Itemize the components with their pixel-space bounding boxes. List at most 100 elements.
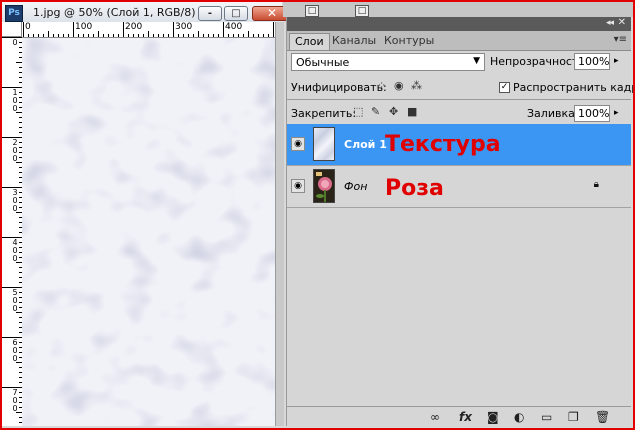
ruler-tick (53, 34, 54, 37)
ruler-tick (113, 34, 114, 37)
layer-name[interactable]: Слой 1 (344, 138, 387, 151)
tab-layers[interactable]: Слои (289, 33, 330, 50)
eye-icon[interactable]: ◉ (291, 179, 305, 193)
ruler-tick (193, 34, 194, 37)
ruler-left-label: 600 (12, 338, 18, 363)
blend-mode-value: Обычные (296, 56, 350, 69)
document-vertical-scrollbar[interactable] (275, 22, 284, 426)
layer-name[interactable]: Фон (344, 180, 367, 193)
ruler-tick (38, 34, 39, 37)
ruler-tick (243, 34, 244, 37)
panel-menu-icon[interactable]: ▾≡ (614, 34, 627, 45)
lock-all-icon[interactable]: ■ (407, 105, 417, 118)
dock-button[interactable]: □ (355, 5, 369, 17)
ruler-tick (78, 34, 79, 37)
lock-label: Закрепить: (291, 107, 357, 120)
ruler-tick (188, 34, 189, 37)
ruler-tick (68, 34, 69, 37)
ruler-tick (273, 22, 274, 37)
restore-icon: □ (231, 8, 241, 19)
fill-label: Заливка: (527, 107, 579, 120)
blend-mode-select[interactable]: Обычные ▼ (291, 53, 485, 71)
ruler-tick (43, 34, 44, 37)
ruler-tick (248, 31, 249, 37)
square-icon: □ (307, 6, 317, 16)
collapse-icon[interactable]: ◂◂ (606, 18, 614, 28)
ruler-tick (83, 34, 84, 37)
ruler-top[interactable]: 0 100 200 300 400 (22, 22, 282, 38)
new-group-folder-icon[interactable]: ▭ (541, 410, 552, 424)
ruler-tick (128, 34, 129, 37)
ruler-tick (2, 37, 22, 38)
eye-icon[interactable]: ◉ (291, 137, 305, 151)
minimize-button[interactable]: - (198, 6, 222, 21)
link-layers-icon[interactable]: ∞ (430, 410, 440, 424)
new-layer-icon[interactable]: ❐ (568, 410, 579, 424)
ruler-tick (118, 34, 119, 37)
unify-position-icon[interactable]: ⁘ (377, 79, 386, 92)
panel-close-icon[interactable]: ✕ (618, 17, 626, 28)
ruler-tick (88, 34, 89, 37)
lock-transparency-icon[interactable]: ⬚ (353, 105, 363, 118)
ruler-left-label: 700 (12, 388, 18, 413)
layer-thumbnail-texture (313, 127, 335, 161)
ruler-tick (138, 34, 139, 37)
ruler-tick (143, 34, 144, 37)
panel-header[interactable]: ◂◂ ✕ (287, 17, 631, 31)
ruler-tick (218, 34, 219, 37)
divider (287, 99, 631, 100)
ruler-left-label: 500 (12, 288, 18, 313)
fill-slider-arrow-icon[interactable]: ▸ (614, 108, 619, 118)
add-mask-icon[interactable]: ◙ (487, 410, 499, 424)
lock-position-move-icon[interactable]: ✥ (389, 105, 398, 118)
unify-style-icon[interactable]: ⁂ (411, 79, 422, 92)
document-title-bar[interactable]: Ps 1.jpg @ 50% (Слой 1, RGB/8) * - □ ✕ (2, 2, 292, 23)
ruler-tick (48, 31, 49, 37)
snow-texture-image (22, 38, 275, 426)
ruler-tick (123, 22, 124, 37)
ruler-left[interactable]: 0 100 200 300 400 500 600 700 (2, 37, 23, 426)
layer-row-background[interactable]: ◉ Фон Роза 🔒︎ (287, 166, 631, 208)
layers-footer-toolbar: ∞ fx ◙ ◐ ▭ ❐ 🗑︎ (287, 406, 631, 427)
ruler-tick (23, 22, 24, 37)
adjustment-layer-icon[interactable]: ◐ (514, 410, 524, 424)
ruler-tick (173, 22, 174, 37)
ruler-tick (268, 34, 269, 37)
ruler-tick (253, 34, 254, 37)
opacity-field[interactable]: 100% (574, 53, 610, 70)
ruler-tick (63, 34, 64, 37)
ruler-corner[interactable] (2, 22, 22, 37)
ruler-top-label: 200 (125, 22, 143, 32)
ruler-tick (238, 34, 239, 37)
delete-layer-trash-icon[interactable]: 🗑︎ (595, 410, 610, 424)
snow-texture-canvas[interactable] (22, 38, 275, 426)
opacity-slider-arrow-icon[interactable]: ▸ (614, 56, 619, 66)
ruler-left-label: 100 (12, 88, 18, 113)
unify-visibility-icon[interactable]: ◉ (394, 79, 404, 92)
restore-button[interactable]: □ (224, 6, 248, 21)
lock-pixels-brush-icon[interactable]: ✎ (371, 105, 380, 118)
ruler-top-label: 0 (25, 22, 31, 32)
ruler-tick (2, 387, 22, 388)
ruler-tick (2, 137, 22, 138)
layer-annotation: Роза (385, 176, 444, 201)
layers-list: ◉ Слой 1 Текстура ◉ Фон Роза 🔒︎ (287, 124, 631, 406)
layer-row-layer1[interactable]: ◉ Слой 1 Текстура (287, 124, 631, 166)
rose-thumbnail-image (314, 170, 334, 202)
ruler-tick (158, 34, 159, 37)
ruler-tick (33, 34, 34, 37)
propagate-frame-checkbox[interactable]: ✓ (499, 82, 510, 93)
ruler-tick (163, 34, 164, 37)
ruler-tick (2, 187, 22, 188)
ruler-tick (28, 34, 29, 37)
ruler-tick (73, 22, 74, 37)
unify-label: Унифицировать: (291, 81, 387, 94)
dock-button[interactable]: □ (305, 5, 319, 17)
tab-channels[interactable]: Каналы (327, 33, 381, 50)
ruler-tick (213, 34, 214, 37)
fill-field[interactable]: 100% (574, 105, 610, 122)
document-title: 1.jpg @ 50% (Слой 1, RGB/8) * (33, 6, 205, 19)
tab-paths[interactable]: Контуры (379, 33, 439, 50)
ruler-tick (108, 34, 109, 37)
layer-style-fx-button[interactable]: fx (459, 410, 472, 424)
